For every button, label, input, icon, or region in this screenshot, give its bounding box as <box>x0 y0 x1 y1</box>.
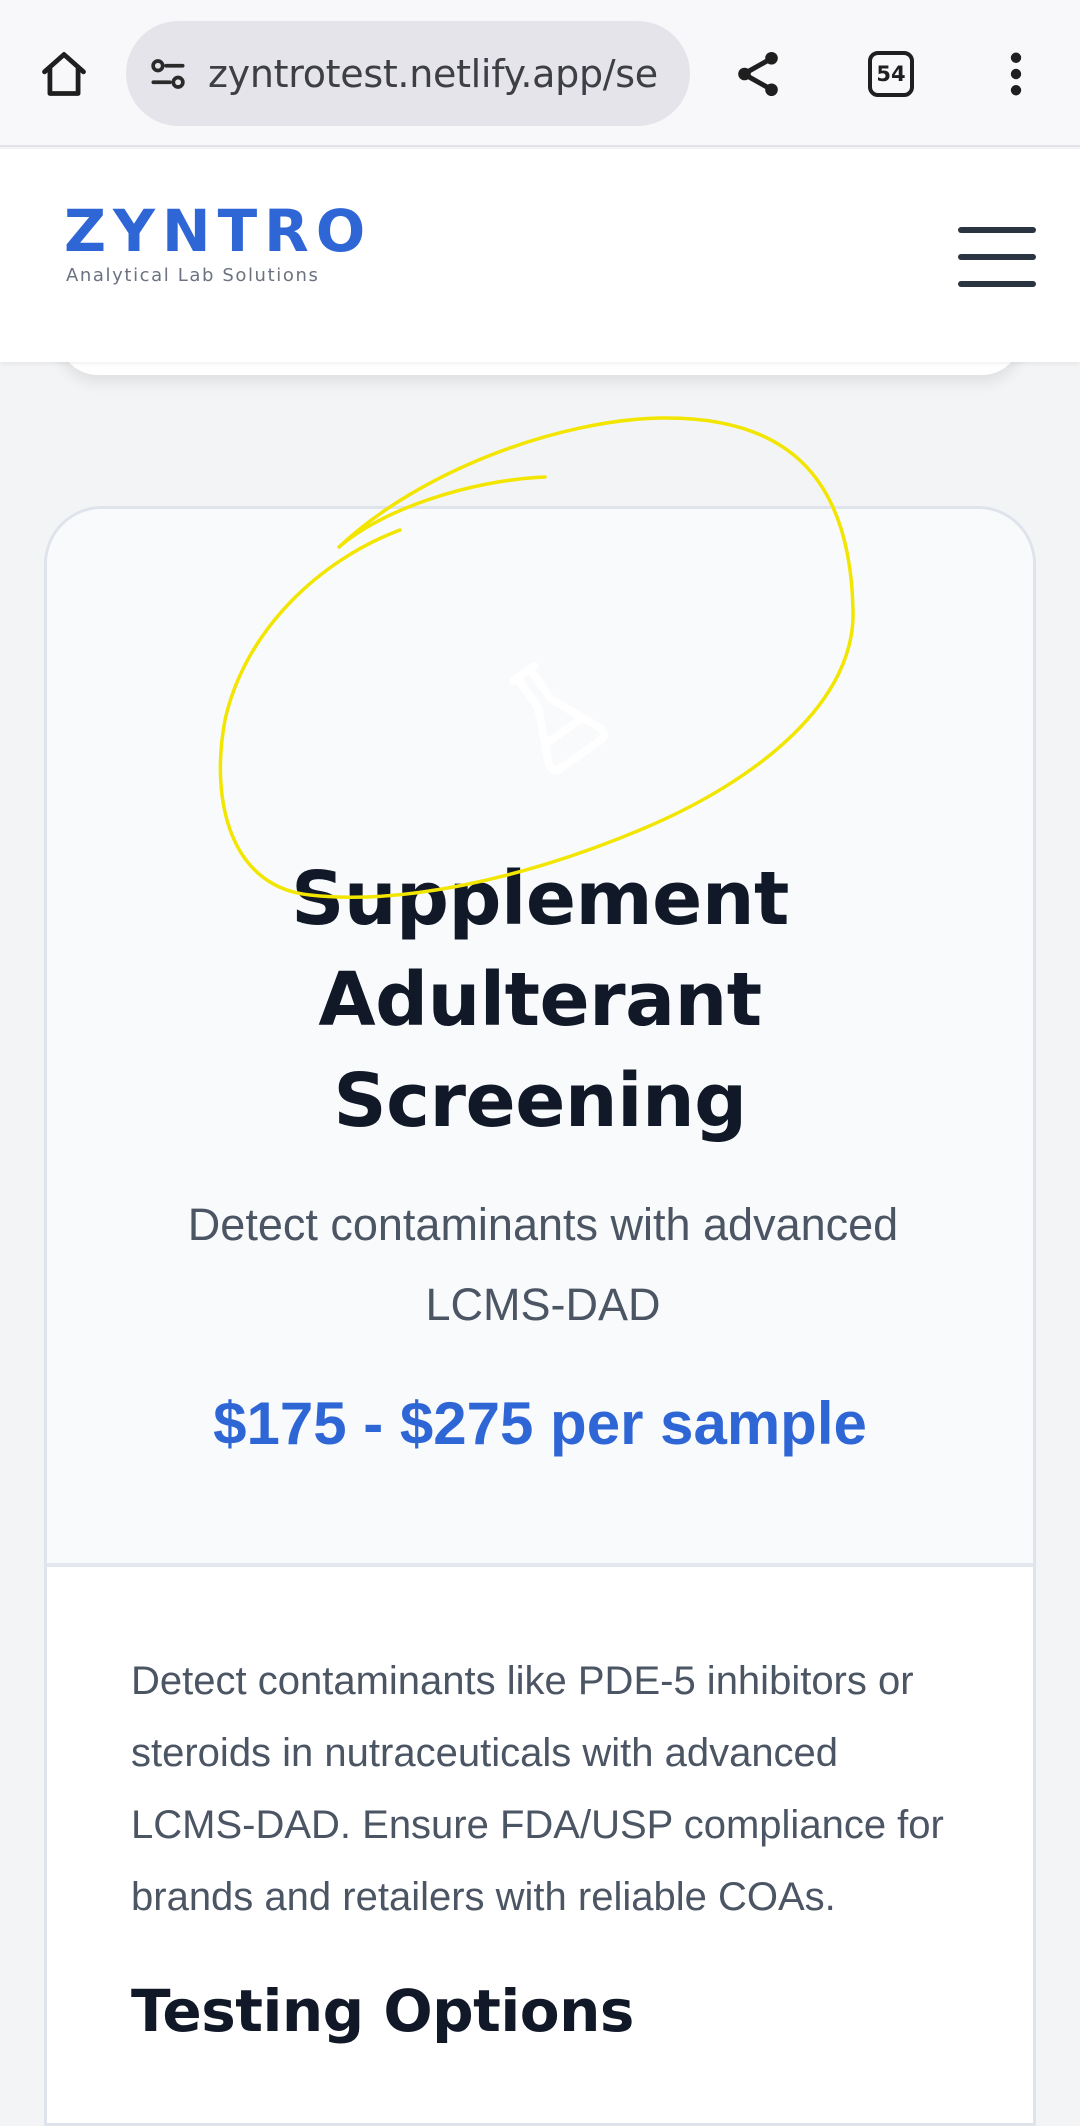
service-title-line: Screening <box>333 1058 747 1144</box>
share-icon <box>738 51 778 97</box>
service-subtitle: Detect contaminants with advanced LCMS-D… <box>187 1199 899 1330</box>
share-button[interactable] <box>718 34 798 114</box>
testing-options-heading: Testing Options <box>131 1977 634 2045</box>
site-logo[interactable]: ZYNTRO <box>64 197 372 265</box>
tab-switcher-button[interactable]: 54 <box>851 34 931 114</box>
service-card: Supplement Adulterant Screening Detect c… <box>44 506 1036 2126</box>
browser-menu-button[interactable] <box>976 34 1056 114</box>
flask-icon <box>509 662 608 774</box>
home-button[interactable] <box>24 34 104 114</box>
site-settings-icon[interactable] <box>146 52 190 96</box>
service-description: Detect contaminants like PDE-5 inhibitor… <box>131 1659 944 1919</box>
address-bar[interactable]: zyntrotest.netlify.app/se <box>126 21 690 126</box>
tab-count-badge: 54 <box>868 51 914 97</box>
home-icon <box>42 52 86 96</box>
more-vert-icon <box>1010 52 1022 96</box>
service-card-header: Supplement Adulterant Screening Detect c… <box>47 509 1033 1567</box>
browser-toolbar: zyntrotest.netlify.app/se 54 <box>0 0 1080 147</box>
service-price: $175 - $275 per sample <box>213 1390 867 1457</box>
service-card-body: Detect contaminants like PDE-5 inhibitor… <box>131 1645 961 2045</box>
logo-tagline: Analytical Lab Solutions <box>66 265 320 286</box>
site-header: ZYNTRO Analytical Lab Solutions <box>0 149 1080 362</box>
service-title-line: Adulterant <box>318 957 762 1043</box>
service-title: Supplement Adulterant Screening <box>47 849 1033 1152</box>
service-title-line: Supplement <box>291 856 789 942</box>
url-text[interactable]: zyntrotest.netlify.app/se <box>208 52 658 96</box>
hamburger-menu-button[interactable] <box>954 217 1040 297</box>
